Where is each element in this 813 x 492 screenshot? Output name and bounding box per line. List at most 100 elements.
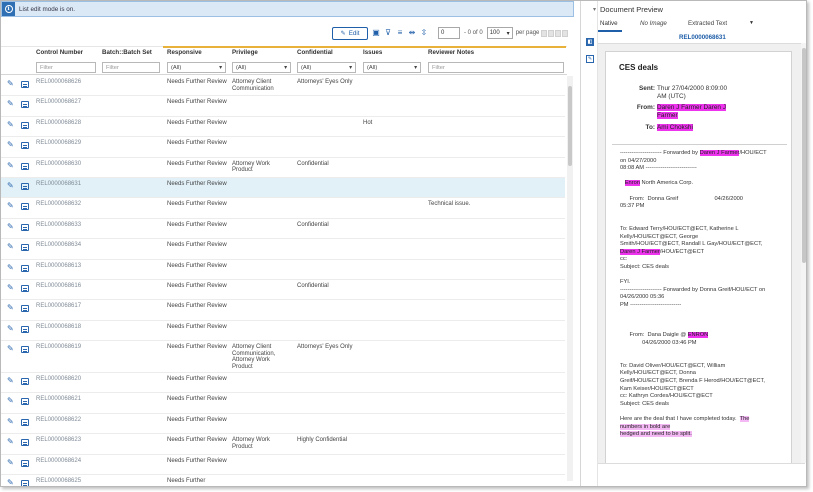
cell-control[interactable]: REL0000068624 — [36, 458, 98, 465]
table-row[interactable]: ✎ REL0000068633 Needs Further Review Confid… — [1, 219, 565, 240]
filter-layout-icon[interactable]: ▣ — [372, 29, 380, 37]
filter-confidential[interactable]: (All) ▾ — [297, 62, 356, 73]
view-document-icon[interactable] — [21, 439, 29, 447]
cell-control[interactable]: REL0000068622 — [36, 417, 98, 424]
view-document-icon[interactable] — [21, 244, 29, 252]
table-row[interactable]: ✎ REL0000068621 Needs Further Review — [1, 393, 565, 414]
next-page-button[interactable] — [555, 29, 562, 37]
edit-pencil-icon[interactable]: ✎ — [7, 222, 15, 231]
edit-pencil-icon[interactable]: ✎ — [7, 377, 15, 385]
view-document-icon[interactable] — [21, 223, 29, 231]
header-control-number[interactable]: Control Number — [36, 49, 83, 56]
preview-scrollbar[interactable] — [801, 43, 806, 463]
table-row[interactable]: ✎ REL0000068617 Needs Further Review — [1, 300, 565, 321]
edit-pencil-icon[interactable]: ✎ — [7, 345, 15, 353]
table-row[interactable]: ✎ REL0000068626 Needs Further Review Attorn… — [1, 76, 565, 97]
filter-issues[interactable]: (All) ▾ — [363, 62, 421, 73]
per-page-select[interactable]: 100 ▾ — [486, 27, 513, 39]
cell-control[interactable]: REL0000068629 — [36, 140, 98, 147]
cell-control[interactable]: REL0000068621 — [36, 396, 98, 403]
prev-page-button[interactable] — [548, 29, 555, 37]
fit-columns-icon[interactable]: ⇹ — [408, 29, 416, 37]
filter-icon[interactable]: ⊽ — [384, 29, 392, 37]
filter-responsive[interactable]: (All) ▾ — [167, 62, 226, 73]
cell-control[interactable]: REL0000068633 — [36, 222, 98, 229]
first-page-button[interactable] — [541, 29, 548, 37]
cell-control[interactable]: REL0000068618 — [36, 324, 98, 331]
view-document-icon[interactable] — [21, 142, 29, 150]
tab-no-image[interactable]: No Image — [640, 20, 667, 27]
view-document-icon[interactable] — [21, 203, 29, 211]
view-document-icon[interactable] — [21, 346, 29, 354]
table-row[interactable]: ✎ REL0000068613 Needs Further Review — [1, 260, 565, 280]
scrollbar-thumb[interactable] — [568, 86, 572, 166]
preview-pane-icon[interactable]: ◧ — [586, 38, 594, 46]
cell-control[interactable]: REL0000068628 — [36, 120, 98, 127]
cell-control[interactable]: REL0000068616 — [36, 283, 98, 290]
cell-control[interactable]: REL0000068613 — [36, 263, 98, 270]
filter-batch-set[interactable]: Filter — [102, 62, 160, 73]
view-document-icon[interactable] — [21, 162, 29, 170]
tab-extracted-text[interactable]: Extracted Text — [688, 20, 727, 27]
cell-control[interactable]: REL0000068630 — [36, 161, 98, 168]
cell-control[interactable]: REL0000068632 — [36, 201, 98, 208]
view-document-icon[interactable] — [21, 284, 29, 292]
view-document-icon[interactable] — [21, 182, 29, 190]
header-reviewer-notes[interactable]: Reviewer Notes — [428, 49, 474, 56]
filter-privilege[interactable]: (All) ▾ — [232, 62, 291, 73]
cell-control[interactable]: REL0000068631 — [36, 181, 98, 188]
view-document-icon[interactable] — [21, 378, 29, 386]
cell-control[interactable]: REL0000068626 — [36, 79, 98, 86]
edit-pencil-icon[interactable]: ✎ — [7, 202, 15, 210]
edit-pencil-icon[interactable]: ✎ — [7, 243, 15, 251]
preview-header[interactable]: ▾ Document Preview — [593, 5, 663, 14]
table-row[interactable]: ✎ REL0000068623 Needs Further Review Attorn… — [1, 434, 565, 455]
edit-pencil-icon[interactable]: ✎ — [7, 397, 15, 405]
cell-control[interactable]: REL0000068617 — [36, 303, 98, 310]
table-row[interactable]: ✎ REL0000068616 Needs Further Review Confid… — [1, 280, 565, 301]
table-row[interactable]: ✎ REL0000068620 Needs Further Review — [1, 373, 565, 394]
cell-control[interactable]: REL0000068625 — [36, 478, 98, 485]
view-document-icon[interactable] — [21, 81, 29, 88]
edit-pencil-icon[interactable]: ✎ — [7, 458, 15, 467]
cell-control[interactable]: REL0000068623 — [36, 437, 98, 444]
row-height-icon[interactable]: ⇳ — [420, 29, 428, 37]
view-document-icon[interactable] — [21, 398, 29, 406]
table-row[interactable]: ✎ REL0000068631 Needs Further Review — [1, 177, 565, 199]
edit-pencil-icon[interactable]: ✎ — [7, 324, 15, 333]
filter-control-number[interactable]: Filter — [36, 62, 96, 73]
scrollbar-thumb[interactable] — [802, 48, 806, 263]
table-row[interactable]: ✎ REL0000068625 Needs Further — [1, 475, 565, 486]
cell-control[interactable]: REL0000068634 — [36, 242, 98, 249]
edit-pencil-icon[interactable]: ✎ — [7, 120, 15, 129]
view-document-icon[interactable] — [21, 480, 29, 486]
table-row[interactable]: ✎ REL0000068629 Needs Further Review — [1, 137, 565, 158]
edit-button[interactable]: ✎ Edit — [332, 26, 368, 40]
view-document-icon[interactable] — [21, 305, 29, 313]
edit-pencil-icon[interactable]: ✎ — [7, 479, 15, 486]
edit-pencil-icon[interactable]: ✎ — [7, 141, 15, 149]
filter-reviewer-notes[interactable]: Filter — [428, 62, 564, 73]
table-row[interactable]: ✎ REL0000068632 Needs Further Review Techni… — [1, 198, 565, 219]
table-row[interactable]: ✎ REL0000068627 Needs Further Review — [1, 96, 565, 117]
cell-control[interactable]: REL0000068619 — [36, 344, 98, 351]
edit-pencil-icon[interactable]: ✎ — [7, 181, 15, 190]
clear-filter-icon[interactable]: ≡ — [396, 29, 404, 37]
edit-pencil-icon[interactable]: ✎ — [7, 304, 15, 312]
tab-native[interactable]: Native — [600, 20, 618, 27]
page-number-input[interactable]: 0 — [438, 27, 460, 39]
cell-control[interactable]: REL0000068627 — [36, 99, 98, 106]
table-row[interactable]: ✎ REL0000068618 Needs Further Review — [1, 321, 565, 342]
header-privilege[interactable]: Privilege — [232, 49, 258, 56]
cell-control[interactable]: REL0000068620 — [36, 376, 98, 383]
view-document-icon[interactable] — [21, 418, 29, 426]
view-document-icon[interactable] — [21, 101, 29, 109]
table-row[interactable]: ✎ REL0000068634 Needs Further Review — [1, 239, 565, 260]
view-document-icon[interactable] — [21, 121, 29, 129]
edit-pencil-icon[interactable]: ✎ — [7, 80, 15, 88]
view-document-icon[interactable] — [21, 264, 29, 272]
chevron-down-icon[interactable]: ▾ — [593, 6, 596, 13]
view-document-icon[interactable] — [21, 459, 29, 467]
table-row[interactable]: ✎ REL0000068622 Needs Further Review — [1, 414, 565, 435]
grid-scrollbar[interactable] — [567, 76, 573, 481]
